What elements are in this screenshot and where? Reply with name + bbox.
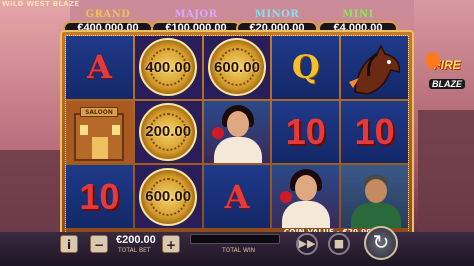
saloon-window bbox=[112, 124, 120, 135]
symbol-10: 10 bbox=[285, 110, 326, 152]
increase-bet-button[interactable]: + bbox=[162, 235, 180, 253]
game-title: WILD WEST BLAZE bbox=[2, 0, 80, 8]
coin-symbol: 600.00 bbox=[207, 38, 266, 97]
symbol-a: A bbox=[224, 177, 250, 216]
reel-cell-r1c1: A bbox=[66, 36, 133, 99]
man-face bbox=[365, 179, 388, 204]
saloon-sign: SALOON bbox=[80, 106, 118, 117]
saloon-window bbox=[80, 124, 88, 135]
man-suit bbox=[351, 203, 402, 228]
coin-value: 600.00 bbox=[145, 188, 192, 206]
coin-symbol: 600.00 bbox=[139, 167, 198, 226]
background-building-right bbox=[418, 110, 474, 232]
reel-grid: A 400.00 600.00 Q SALOON 200.00 10 10 10… bbox=[66, 36, 408, 228]
fire-blaze-logo: FIRE BLAZE bbox=[423, 50, 470, 94]
jackpot-grand-label: GRAND bbox=[85, 9, 131, 20]
reel-cell-r1c5 bbox=[341, 36, 408, 99]
woman-dress bbox=[282, 201, 331, 228]
symbol-q: Q bbox=[291, 48, 320, 87]
woman-face bbox=[226, 110, 249, 137]
woman-face bbox=[295, 175, 318, 202]
jackpot-minor-label: MINOR bbox=[254, 9, 300, 20]
reel-cell-r3c3: A bbox=[203, 165, 271, 228]
saloon-door bbox=[92, 136, 108, 159]
reel-cell-r3c4 bbox=[272, 165, 340, 228]
jackpot-major-label: MAJOR bbox=[174, 9, 218, 20]
rose-icon bbox=[211, 126, 224, 139]
reel-cell-r2c4: 10 bbox=[272, 100, 340, 164]
symbol-a: A bbox=[86, 48, 112, 87]
symbol-10: 10 bbox=[79, 175, 120, 217]
total-bet-value: €200.00 bbox=[116, 234, 156, 246]
reel-cell-r2c5: 10 bbox=[341, 100, 408, 164]
background-building-left bbox=[0, 150, 60, 232]
symbol-10: 10 bbox=[354, 110, 395, 152]
bottom-bar: i − €200.00 TOTAL BET + TOTAL WIN ▶▶ ■ ↻ bbox=[0, 226, 474, 266]
autoplay-button[interactable]: ▶▶ bbox=[296, 233, 318, 255]
reel-cell-r1c2: 400.00 bbox=[134, 36, 202, 99]
jackpot-mini-label: MINI bbox=[342, 9, 374, 20]
total-win-label: TOTAL WIN bbox=[222, 247, 256, 254]
reel-cell-r2c3 bbox=[203, 100, 271, 164]
reel-cell-r2c1: SALOON bbox=[66, 100, 133, 164]
reel-cell-r1c3: 600.00 bbox=[203, 36, 271, 99]
total-win-display bbox=[190, 234, 280, 244]
reel-cell-r2c2: 200.00 bbox=[134, 100, 202, 164]
decrease-bet-button[interactable]: − bbox=[90, 235, 108, 253]
spin-button[interactable]: ↻ bbox=[364, 226, 398, 260]
reel-cell-r3c1: 10 bbox=[66, 165, 133, 228]
woman-dress bbox=[213, 136, 262, 164]
rose-icon bbox=[280, 191, 293, 204]
stop-button[interactable]: ■ bbox=[328, 233, 350, 255]
info-button[interactable]: i bbox=[60, 235, 78, 253]
reel-cell-r1c4: Q bbox=[272, 36, 340, 99]
reel-cell-r3c2: 600.00 bbox=[134, 165, 202, 228]
coin-symbol: 200.00 bbox=[139, 102, 198, 161]
coin-value: 600.00 bbox=[214, 58, 260, 76]
reel-cell-r3c5 bbox=[341, 165, 408, 228]
coin-value: 400.00 bbox=[145, 58, 192, 76]
coin-value: 200.00 bbox=[145, 123, 192, 141]
coin-symbol: 400.00 bbox=[139, 38, 198, 97]
horse-symbol bbox=[349, 44, 401, 95]
total-bet-label: TOTAL BET bbox=[118, 247, 151, 254]
logo-blaze-text: BLAZE bbox=[429, 79, 465, 89]
